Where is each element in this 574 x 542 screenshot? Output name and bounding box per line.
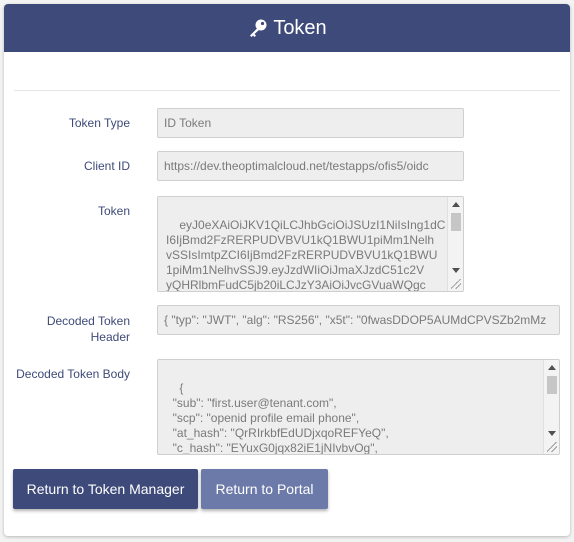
scroll-thumb[interactable] — [547, 376, 557, 394]
page-title: Token — [273, 16, 327, 39]
token-type-field[interactable]: ID Token — [157, 108, 464, 138]
decoded-body-textarea[interactable]: { "sub": "first.user@tenant.com", "scp":… — [157, 359, 560, 455]
key-icon — [247, 17, 269, 39]
scroll-up-icon[interactable] — [452, 202, 460, 207]
decoded-header-label: Decoded Token Header — [46, 314, 130, 344]
scroll-up-icon[interactable] — [548, 365, 556, 370]
return-portal-button[interactable]: Return to Portal — [201, 469, 328, 509]
page-header: Token — [4, 4, 570, 52]
token-card: Token Token Type ID Token Client ID http… — [4, 4, 570, 536]
token-type-label: Token Type — [68, 116, 130, 130]
client-id-field[interactable]: https://dev.theoptimalcloud.net/testapps… — [157, 151, 464, 181]
decoded-body-scrollbar[interactable] — [543, 360, 559, 454]
scroll-down-icon[interactable] — [548, 431, 556, 436]
decoded-header-field[interactable]: { "typ": "JWT", "alg": "RS256", "x5t": "… — [157, 305, 560, 335]
decoded-body-text: { "sub": "first.user@tenant.com", "scp":… — [172, 381, 389, 455]
scroll-thumb[interactable] — [451, 213, 461, 231]
token-label: Token — [97, 204, 130, 218]
token-text: eyJ0eXAiOiJKV1QiLCJhbGciOiJSUzI1NiIsIng1… — [166, 218, 446, 292]
token-textarea[interactable]: eyJ0eXAiOiJKV1QiLCJhbGciOiJSUzI1NiIsIng1… — [157, 196, 464, 292]
decoded-body-label: Decoded Token Body — [16, 367, 130, 381]
header-divider — [14, 90, 560, 91]
token-scrollbar[interactable] — [447, 197, 463, 291]
scroll-down-icon[interactable] — [452, 268, 460, 273]
client-id-label: Client ID — [83, 159, 130, 173]
resize-grip-icon[interactable] — [547, 442, 557, 452]
return-token-manager-button[interactable]: Return to Token Manager — [13, 469, 198, 509]
resize-grip-icon[interactable] — [451, 279, 461, 289]
